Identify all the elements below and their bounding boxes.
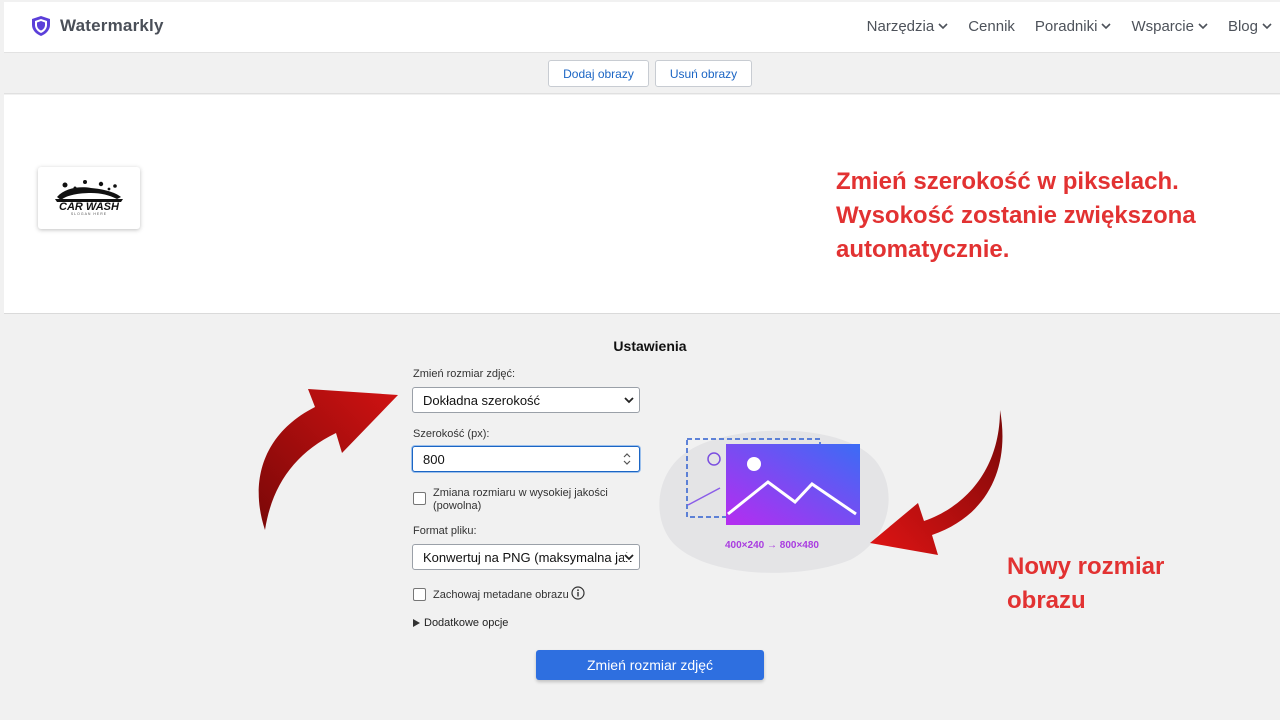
number-stepper-icon[interactable] (623, 452, 631, 466)
curved-arrow-right (870, 410, 1003, 555)
file-format-label: Format pliku: (413, 525, 477, 537)
image-thumbnail[interactable]: CAR WASH SLOGAN HERE (38, 167, 140, 229)
chevron-down-icon (938, 23, 948, 30)
width-label: Szerokość (px): (413, 428, 490, 440)
width-input[interactable]: 800 (412, 446, 640, 472)
car-wash-logo: CAR WASH SLOGAN HERE (55, 180, 123, 216)
top-navigation-bar: Watermarkly Narzędzia Cennik Poradniki Wspa… (4, 2, 1280, 53)
nav-item-blog[interactable]: Blog (1228, 18, 1272, 35)
remove-images-button[interactable]: Usuń obrazy (655, 60, 752, 87)
nav-item-wsparcie[interactable]: Wsparcie (1131, 18, 1208, 35)
resize-mode-label: Zmień rozmiar zdjęć: (413, 368, 516, 380)
high-quality-label: Zmiana rozmiaru w wysokiej jakości (powo… (433, 487, 608, 512)
shield-logo-icon (32, 16, 50, 36)
main-nav: Narzędzia Cennik Poradniki Wsparcie Blog (867, 18, 1272, 35)
chevron-down-icon (1198, 23, 1208, 30)
svg-text:SLOGAN HERE: SLOGAN HERE (71, 212, 107, 216)
chevron-down-icon (1101, 23, 1112, 30)
additional-options-toggle[interactable]: Dodatkowe opcje (413, 617, 508, 629)
size-caption: 400×240 → 800×480 (725, 540, 819, 551)
settings-title: Ustawienia (613, 338, 687, 354)
add-images-button[interactable]: Dodaj obrazy (548, 60, 649, 87)
high-quality-checkbox[interactable] (413, 492, 426, 505)
image-toolbar: Dodaj obrazy Usuń obrazy (4, 54, 1280, 94)
resize-mode-select[interactable]: Dokładna szerokość (412, 387, 640, 413)
curved-arrow-left (258, 389, 398, 530)
nav-item-narzędzia[interactable]: Narzędzia (867, 18, 949, 35)
resize-images-button[interactable]: Zmień rozmiar zdjęć (536, 650, 764, 680)
keep-metadata-label: Zachowaj metadane obrazu (433, 589, 569, 601)
nav-item-poradniki[interactable]: Poradniki (1035, 18, 1112, 35)
chevron-down-icon (624, 553, 634, 561)
keep-metadata-checkbox[interactable] (413, 588, 426, 601)
brand-name: Watermarkly (60, 16, 164, 35)
chevron-down-icon (624, 397, 634, 404)
brand[interactable]: Watermarkly (32, 16, 164, 36)
instruction-annotation: Zmień szerokość w pikselach. Wysokość zo… (836, 168, 1196, 263)
info-icon[interactable] (571, 586, 585, 600)
chevron-down-icon (1262, 23, 1272, 30)
new-size-annotation: Nowy rozmiar obrazu (1007, 553, 1165, 614)
disclosure-triangle-icon (413, 619, 420, 627)
file-format-select[interactable]: Konwertuj na PNG (maksymalna jak (412, 544, 640, 570)
image-preview-panel: CAR WASH SLOGAN HERE Zmień szerokość w p… (4, 95, 1280, 314)
nav-item-cennik[interactable]: Cennik (968, 18, 1015, 35)
